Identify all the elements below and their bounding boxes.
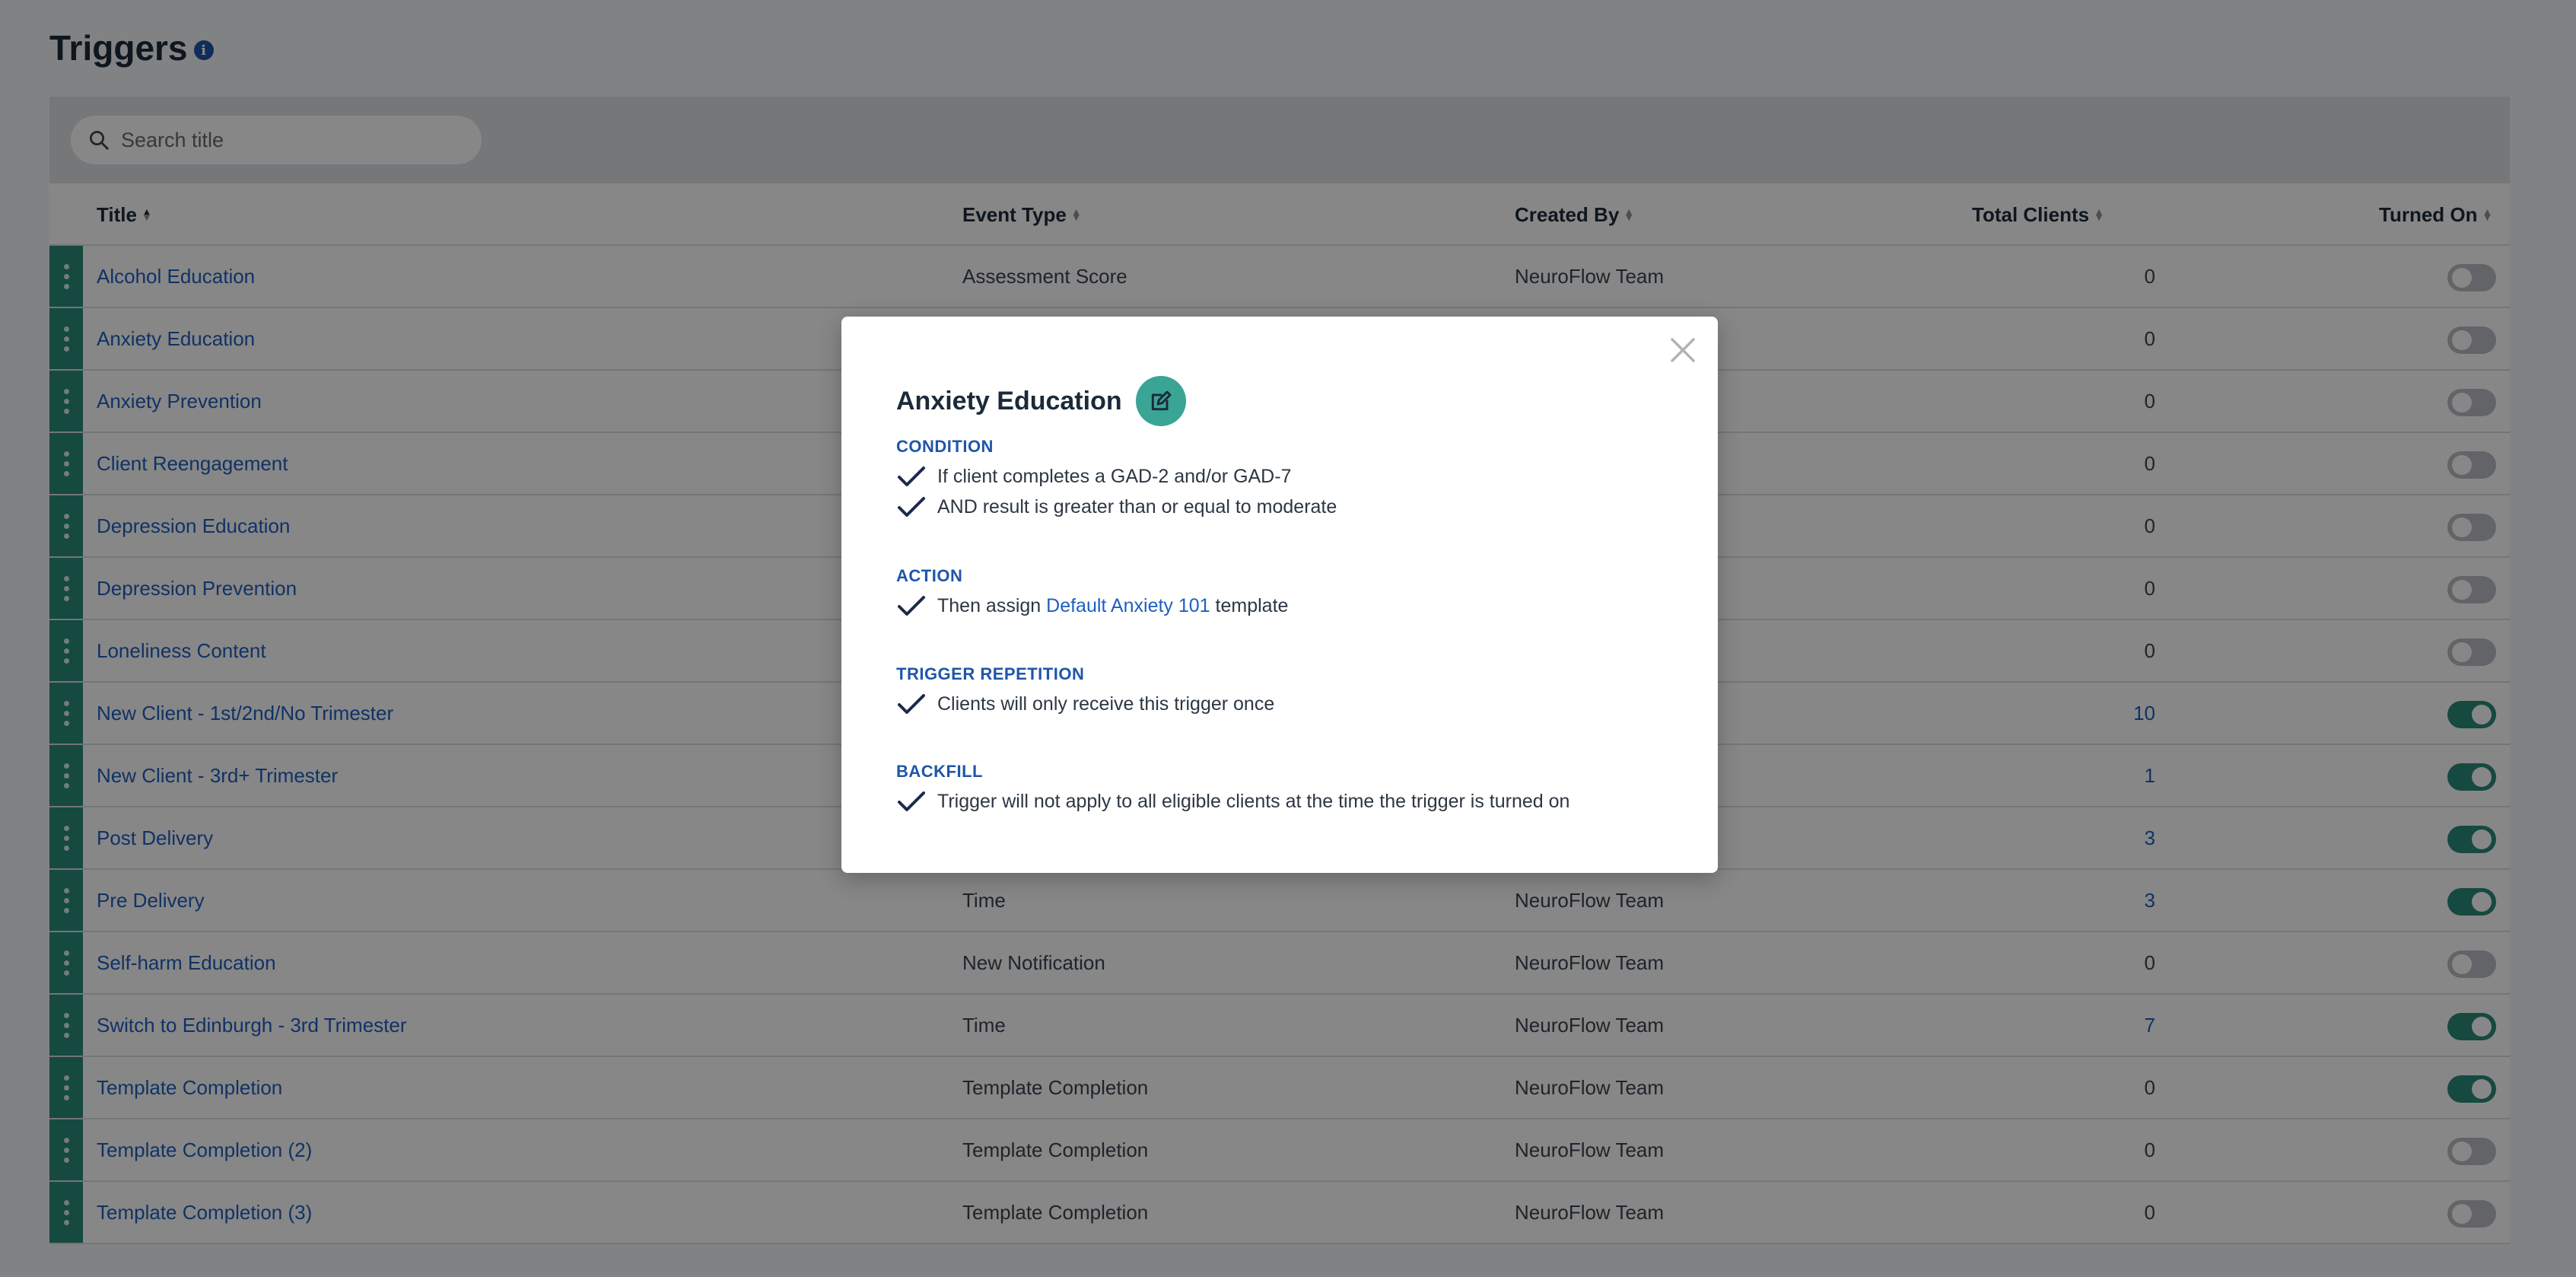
backfill-text: Trigger will not apply to all eligible c…: [937, 790, 1570, 812]
check-icon: [898, 596, 925, 616]
backfill-section: BACKFILL Trigger will not apply to all e…: [896, 762, 1569, 817]
action-prefix: Then assign: [937, 594, 1042, 616]
close-button[interactable]: [1665, 332, 1701, 368]
condition-line: If client completes a GAD-2 and/or GAD-7: [896, 461, 1337, 492]
condition-section: CONDITION If client completes a GAD-2 an…: [896, 437, 1337, 522]
action-heading: ACTION: [896, 566, 963, 585]
edit-button[interactable]: [1135, 376, 1186, 426]
backfill-line: Trigger will not apply to all eligible c…: [896, 786, 1569, 817]
template-link[interactable]: Default Anxiety 101: [1046, 595, 1210, 616]
repetition-heading: TRIGGER REPETITION: [896, 664, 1085, 683]
condition-text: AND result is greater than or equal to m…: [937, 495, 1337, 517]
condition-heading: CONDITION: [896, 437, 994, 456]
close-icon: [1671, 338, 1695, 362]
check-icon: [898, 694, 925, 714]
edit-icon: [1151, 390, 1172, 411]
condition-line: AND result is greater than or equal to m…: [896, 492, 1337, 522]
check-icon: [898, 467, 925, 486]
action-text: Then assign Default Anxiety 101 template: [937, 595, 1288, 617]
action-line: Then assign Default Anxiety 101 template: [896, 591, 1288, 621]
modal-title-text: Anxiety Education: [896, 386, 1122, 416]
action-suffix: template: [1215, 594, 1289, 616]
action-section: ACTION Then assign Default Anxiety 101 t…: [896, 566, 1288, 621]
repetition-line: Clients will only receive this trigger o…: [896, 689, 1274, 719]
modal-title: Anxiety Education: [896, 376, 1186, 426]
backfill-heading: BACKFILL: [896, 762, 983, 781]
check-icon: [898, 791, 925, 811]
check-icon: [898, 497, 925, 517]
trigger-detail-modal: Anxiety Education CONDITION If client co…: [841, 317, 1718, 873]
repetition-text: Clients will only receive this trigger o…: [937, 693, 1275, 715]
condition-text: If client completes a GAD-2 and/or GAD-7: [937, 465, 1292, 487]
repetition-section: TRIGGER REPETITION Clients will only rec…: [896, 664, 1274, 719]
